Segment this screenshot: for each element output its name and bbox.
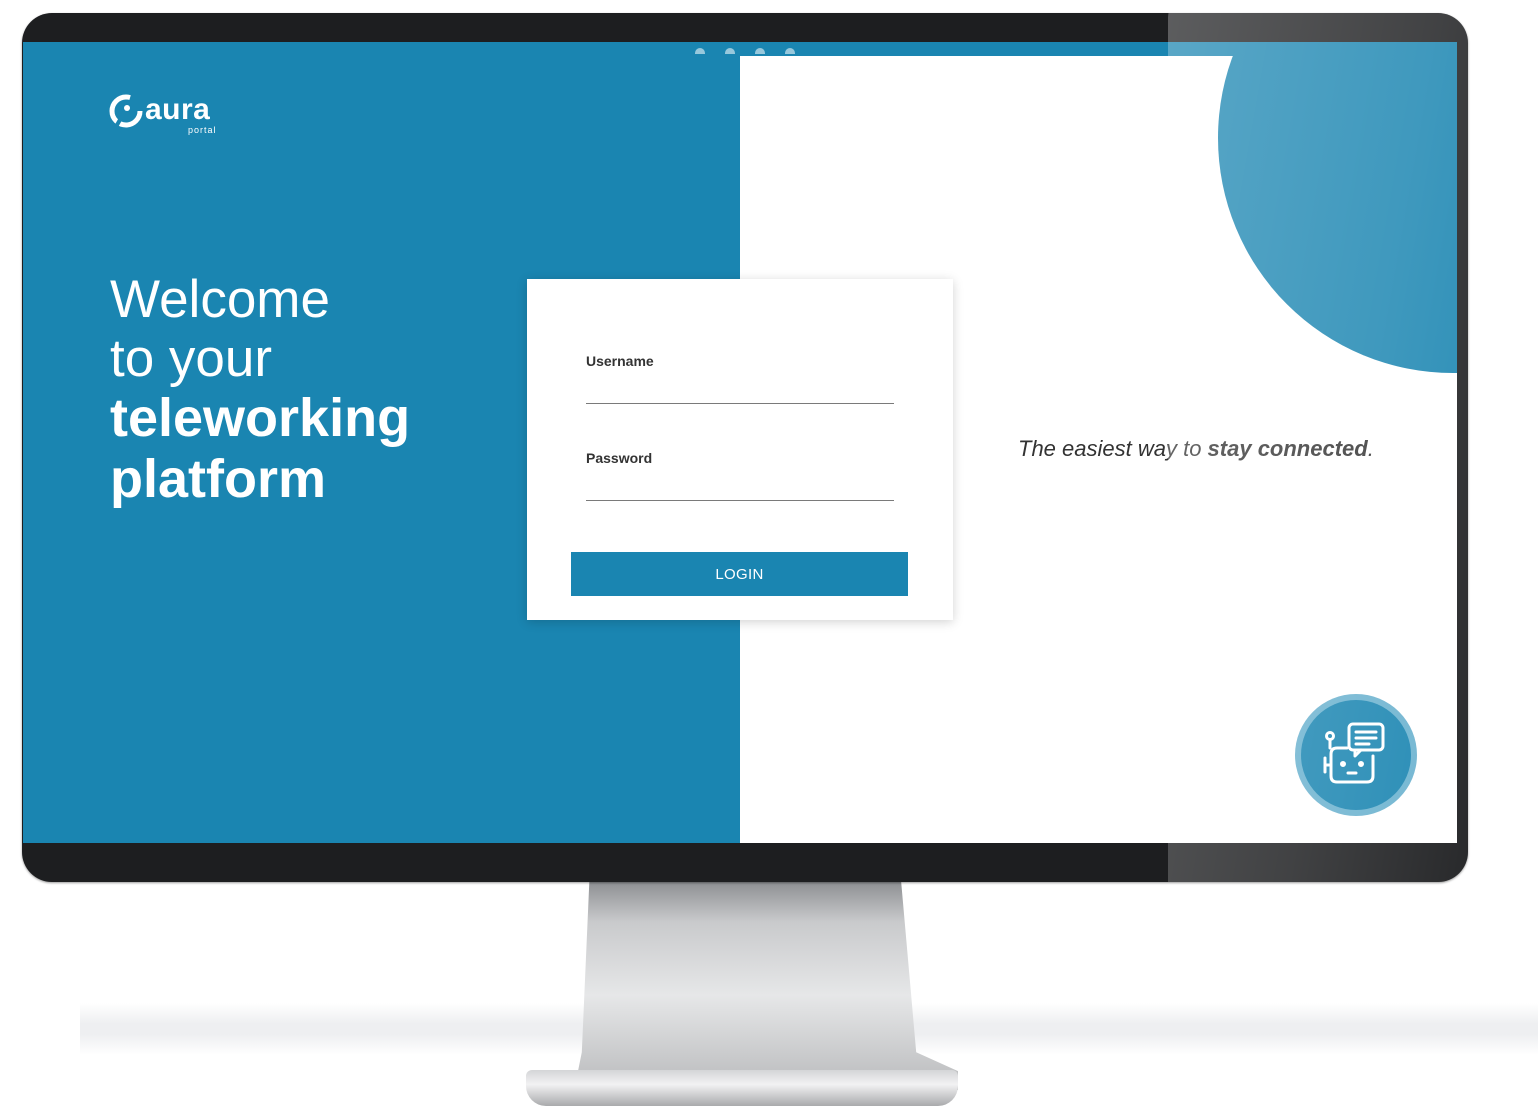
- username-input[interactable]: [586, 381, 894, 404]
- indicator-dot: [785, 48, 795, 54]
- hero-line-1: Welcome: [110, 270, 330, 329]
- indicator-dot: [725, 48, 735, 54]
- tagline: The easiest way to stay connected.: [1018, 436, 1374, 462]
- indicator-dot: [755, 48, 765, 54]
- chatbot-icon: [1323, 722, 1385, 784]
- login-button[interactable]: LOGIN: [571, 552, 908, 596]
- password-input[interactable]: [586, 478, 894, 501]
- tagline-prefix: The easiest way to: [1018, 436, 1208, 461]
- username-label: Username: [586, 353, 654, 369]
- hero-line-3: teleworking: [110, 388, 411, 448]
- chatbot-button-inner: [1301, 700, 1411, 810]
- password-label: Password: [586, 450, 653, 466]
- hero-line-4: platform: [110, 449, 326, 509]
- hero-heading: Welcome to your teleworking platform: [110, 270, 410, 510]
- aura-logo-icon: [109, 94, 143, 128]
- tagline-suffix: .: [1367, 436, 1374, 461]
- top-indicator-dots: [695, 48, 795, 54]
- tagline-emphasis: stay connected: [1207, 436, 1368, 461]
- username-field-group: Username: [586, 353, 894, 404]
- login-card: Username Password LOGIN: [527, 279, 953, 620]
- indicator-dot: [695, 48, 705, 54]
- monitor-stand: [578, 880, 958, 1090]
- brand-subname: portal: [188, 125, 217, 135]
- chatbot-button[interactable]: [1295, 694, 1417, 816]
- monitor-stand-base: [526, 1070, 958, 1106]
- decorative-circle: [1218, 42, 1457, 373]
- monitor-frame: aura portal Welcome to your teleworking …: [22, 13, 1468, 882]
- hero-line-2: to your: [110, 329, 273, 388]
- password-field-group: Password: [586, 450, 894, 501]
- screen: aura portal Welcome to your teleworking …: [23, 42, 1457, 843]
- brand-name: aura: [145, 93, 211, 126]
